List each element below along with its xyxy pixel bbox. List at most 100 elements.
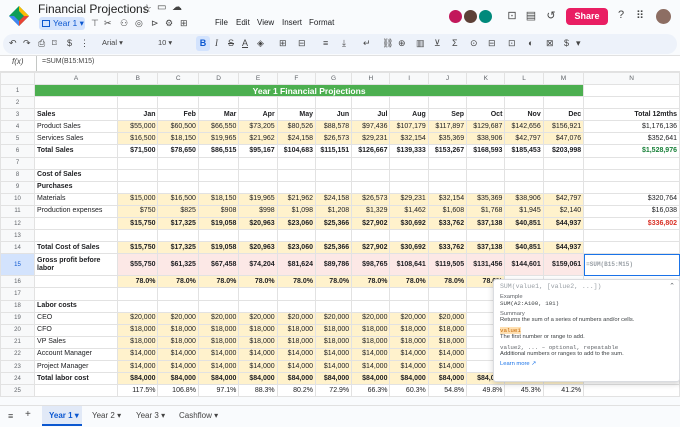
cell[interactable]: $84,000 [351,372,391,386]
row-header[interactable]: 7 [0,156,36,170]
cell[interactable]: $37,138 [466,241,506,255]
cell[interactable] [197,229,240,243]
cell[interactable]: $19,058 [197,217,240,231]
cell[interactable]: $156,921 [542,120,585,134]
cell[interactable]: $908 [197,204,240,219]
cell[interactable]: $14,000 [351,347,391,361]
menu-file[interactable]: File [215,18,228,27]
cell[interactable]: $18,000 [389,323,429,337]
cell[interactable]: 78.0% [389,275,429,289]
menu-format[interactable]: Format [309,18,334,27]
cell[interactable] [389,287,429,301]
document-title[interactable]: Financial Projections [38,2,149,16]
row-header[interactable]: 2 [0,96,36,110]
cell[interactable] [389,168,429,182]
row-header[interactable]: 25 [0,384,36,398]
cell[interactable] [276,287,316,301]
cell[interactable]: $20,000 [197,311,240,325]
cell[interactable]: $35,369 [466,192,506,206]
row-label-cell[interactable] [34,275,119,289]
tab-year-1[interactable]: Year 1 ▾ [49,411,79,420]
cell[interactable]: $78,650 [157,144,199,158]
cell[interactable]: Total 12mths [583,108,680,122]
cell[interactable]: $320,764 [583,192,680,206]
cell[interactable]: $19,965 [238,192,278,206]
cell[interactable] [276,168,316,182]
banner-title[interactable]: Year 1 Financial Projections [34,83,585,98]
cell[interactable]: $14,000 [117,347,159,361]
cell[interactable]: 78.0% [314,275,353,289]
cell[interactable]: $30,692 [389,241,429,255]
filter-icon[interactable]: ⊤ [91,18,99,29]
bold-button[interactable]: B [196,36,210,51]
cell[interactable] [542,156,585,170]
cell[interactable]: $14,000 [389,347,429,361]
cell[interactable] [542,180,585,194]
cell[interactable]: $14,000 [427,347,468,361]
cell[interactable]: $14,000 [238,359,278,374]
cell[interactable] [583,229,680,243]
cell[interactable] [583,241,680,255]
column-header[interactable]: F [276,72,316,85]
cell[interactable] [389,299,429,313]
tab-year-3[interactable]: Year 3 ▾ [136,411,165,420]
row-label-cell[interactable]: Production expenses [34,204,119,219]
cell[interactable]: $15,750 [117,241,159,255]
paint-format-icon[interactable]: ⌑ [52,38,57,49]
cell[interactable]: $84,000 [389,372,429,386]
cell[interactable]: $18,000 [276,335,316,349]
cell[interactable]: $40,851 [504,241,544,255]
cell[interactable] [157,156,199,170]
cell[interactable]: $1,329 [351,204,391,219]
cell[interactable]: $18,000 [427,335,468,349]
play-icon[interactable]: ⊳ [151,18,159,29]
cell[interactable]: $119,505 [427,253,468,277]
cell[interactable]: Oct [466,108,506,122]
cell[interactable]: $825 [157,204,199,219]
cell[interactable]: $139,333 [389,144,429,158]
sheet-settings-icon[interactable]: ⊠ [546,38,554,49]
cell[interactable] [583,83,680,98]
valign-icon[interactable]: ⤓ [342,38,346,49]
row-label-cell[interactable]: Purchases [34,180,119,194]
cell[interactable]: $19,058 [197,241,240,255]
row-label-cell[interactable]: CFO [34,323,119,337]
add-sheet-icon[interactable]: + [25,409,31,420]
cell[interactable]: $38,906 [504,192,544,206]
currency-format-icon[interactable]: $ [564,38,569,48]
cell[interactable]: $47,076 [542,132,585,146]
cell[interactable]: $20,000 [238,311,278,325]
cell[interactable]: $37,138 [466,217,506,231]
cell[interactable]: Jul [351,108,391,122]
cell[interactable]: $18,000 [389,335,429,349]
people-icon[interactable]: ⚇ [120,18,128,29]
cell[interactable]: $15,000 [117,192,159,206]
cell[interactable]: $1,176,136 [583,120,680,134]
cell[interactable] [276,156,316,170]
cell[interactable]: $18,000 [157,335,199,349]
strikethrough-button[interactable]: S [228,38,234,48]
cell[interactable]: Jun [314,108,353,122]
cell[interactable] [389,229,429,243]
column-header[interactable]: I [389,72,429,85]
cell[interactable]: $20,000 [351,311,391,325]
cell[interactable]: $14,000 [276,359,316,374]
cell[interactable]: $20,000 [117,311,159,325]
cell[interactable]: $88,578 [314,120,353,134]
cell[interactable] [276,299,316,313]
cell[interactable]: $81,624 [276,253,316,277]
cell[interactable]: $352,641 [583,132,680,146]
column-header[interactable]: A [34,72,119,85]
cell[interactable]: $108,641 [389,253,429,277]
cell[interactable]: Apr [238,108,278,122]
cell[interactable]: 88.3% [238,384,278,398]
cell[interactable]: $60,500 [157,120,199,134]
robot-icon[interactable]: ⊡ [505,9,519,22]
cell[interactable]: $86,515 [197,144,240,158]
row-label-cell[interactable]: Sales [34,108,119,122]
cell[interactable]: Feb [157,108,199,122]
row-label-cell[interactable]: Total Sales [34,144,119,158]
cell[interactable]: $185,453 [504,144,544,158]
cell[interactable] [427,229,468,243]
cell[interactable] [542,168,585,182]
